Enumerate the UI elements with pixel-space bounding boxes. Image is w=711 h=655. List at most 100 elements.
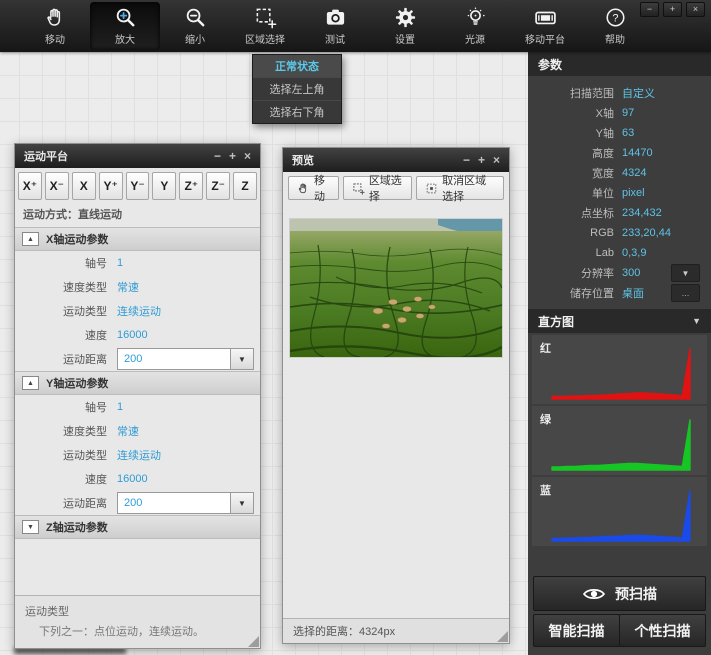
histogram-channel-red: 红: [532, 335, 707, 404]
param-label: 速度: [15, 327, 107, 343]
axis-button-y[interactable]: Y: [152, 172, 176, 200]
params-header: 参数: [528, 52, 711, 76]
param-row: 高度14470: [528, 143, 711, 163]
param-value: 14470: [622, 147, 653, 159]
axis-button-y[interactable]: Y⁺: [99, 172, 123, 200]
browse-ellipsis-button[interactable]: …: [671, 284, 700, 302]
collapse-toggle-icon[interactable]: ▲: [22, 376, 39, 390]
custom-scan-button[interactable]: 个性扫描: [619, 614, 706, 647]
close-button[interactable]: ×: [686, 2, 705, 17]
section-header-z-axis[interactable]: ▼ Z轴运动参数: [15, 515, 260, 539]
motion-param-row: 速度类型常速: [15, 419, 260, 443]
tool-zoom-out[interactable]: 缩小: [160, 2, 230, 50]
param-value: 0,3,9: [622, 247, 646, 259]
param-value: 自定义: [622, 85, 655, 101]
param-value: 200: [118, 493, 230, 513]
smart-scan-label: 智能扫描: [549, 621, 605, 641]
param-value: 200: [118, 349, 230, 369]
param-label: 运动距离: [15, 495, 107, 511]
maximize-button[interactable]: +: [478, 154, 485, 166]
preview-image[interactable]: [289, 218, 503, 358]
motion-panel-controls: −+ ×: [206, 150, 251, 162]
histogram-curve: [546, 412, 698, 474]
preview-panel-header[interactable]: 预览 −+×: [283, 148, 509, 172]
preview-toolbar: 移动区域选择取消区域选择: [283, 172, 509, 204]
resize-grip[interactable]: [497, 631, 508, 642]
param-label: 分辨率: [528, 265, 614, 281]
tool-label: 帮助: [605, 31, 625, 46]
chevron-down-icon[interactable]: ▼: [230, 349, 253, 369]
minimize-button[interactable]: −: [463, 154, 470, 166]
param-label: 轴号: [15, 255, 107, 271]
preview-status-bar: 选择的距离：4324px: [283, 618, 509, 643]
param-label: 点坐标: [528, 205, 614, 221]
cancel-region-select-button[interactable]: 取消区域选择: [416, 176, 504, 200]
close-button[interactable]: ×: [244, 150, 251, 162]
param-value: 连续运动: [117, 303, 161, 319]
tool-light-source[interactable]: 光源: [440, 2, 510, 50]
preview-empty-area: [283, 358, 509, 618]
axis-button-y[interactable]: Y⁻: [126, 172, 150, 200]
collapse-toggle-icon[interactable]: ▼: [22, 520, 39, 534]
move-button[interactable]: 移动: [288, 176, 339, 200]
axis-button-z[interactable]: Z⁺: [179, 172, 203, 200]
axis-button-x[interactable]: X⁻: [45, 172, 69, 200]
param-value: 16000: [117, 473, 148, 485]
param-row: 扫描范围自定义: [528, 83, 711, 103]
tool-zoom-in[interactable]: 放大: [90, 2, 160, 50]
histogram-header[interactable]: 直方图 ▼: [528, 309, 711, 333]
param-value: 16000: [117, 329, 148, 341]
prescan-button[interactable]: 预扫描: [533, 576, 706, 611]
right-sidebar: 参数 扫描范围自定义X轴97Y轴63高度14470宽度4324单位pixel点坐…: [528, 52, 711, 655]
param-value: 233,20,44: [622, 227, 671, 239]
app-window: 移动放大缩小区域选择测试设置光源移动平台?帮助 −+× 正常状态选择左上角选择右…: [0, 0, 711, 655]
param-dropdown[interactable]: 200▼: [117, 348, 254, 370]
axis-button-x[interactable]: X: [72, 172, 96, 200]
section-title: X轴运动参数: [46, 231, 108, 247]
dropdown-item[interactable]: 选择右下角: [253, 101, 341, 123]
resize-grip[interactable]: [248, 636, 259, 647]
region-select-dropdown: 正常状态选择左上角选择右下角: [252, 54, 342, 124]
smart-scan-button[interactable]: 智能扫描: [533, 614, 620, 647]
minimize-button[interactable]: −: [640, 2, 659, 17]
param-value: 桌面: [622, 285, 644, 301]
button-label: 移动: [314, 172, 330, 204]
axis-button-z[interactable]: Z: [233, 172, 257, 200]
param-row: RGB233,20,44: [528, 223, 711, 243]
tool-motion-platform[interactable]: 移动平台: [510, 2, 580, 50]
tool-test[interactable]: 测试: [300, 2, 370, 50]
param-value: 234,432: [622, 207, 662, 219]
section-title: Z轴运动参数: [46, 519, 108, 535]
tool-label: 区域选择: [245, 31, 285, 46]
motion-panel-title: 运动平台: [24, 148, 68, 164]
motion-platform-panel: 运动平台 −+ × X⁺X⁻XY⁺Y⁻YZ⁺Z⁻Z 运动方式：直线运动 ▲ X轴运动…: [14, 143, 261, 649]
param-row: 宽度4324: [528, 163, 711, 183]
collapse-toggle-icon[interactable]: ▲: [22, 232, 39, 246]
tool-move[interactable]: 移动: [20, 2, 90, 50]
dropdown-item[interactable]: 选择左上角: [253, 78, 341, 101]
axis-button-x[interactable]: X⁺: [18, 172, 42, 200]
params-title: 参数: [538, 56, 562, 73]
close-button[interactable]: ×: [493, 154, 500, 166]
motion-mode-line: 运动方式：直线运动: [15, 204, 260, 227]
histogram-curve: [546, 341, 698, 403]
motion-param-row: 轴号1: [15, 251, 260, 275]
region-select-button[interactable]: 区域选择: [343, 176, 412, 200]
tool-settings[interactable]: 设置: [370, 2, 440, 50]
tool-region-select[interactable]: 区域选择: [230, 2, 300, 50]
maximize-button[interactable]: +: [663, 2, 682, 17]
minimize-button[interactable]: −: [214, 150, 221, 162]
param-dropdown[interactable]: 200▼: [117, 492, 254, 514]
motion-panel-header[interactable]: 运动平台 −+ ×: [15, 144, 260, 168]
toolbar: 移动放大缩小区域选择测试设置光源移动平台? 帮助: [0, 0, 711, 52]
axis-button-z[interactable]: Z⁻: [206, 172, 230, 200]
dropdown-item[interactable]: 正常状态: [253, 55, 341, 78]
chevron-down-icon[interactable]: ▼: [671, 264, 700, 282]
maximize-button[interactable]: +: [229, 150, 236, 162]
help-icon: ?: [604, 6, 627, 29]
section-header-x-axis[interactable]: ▲ X轴运动参数: [15, 227, 260, 251]
section-header-y-axis[interactable]: ▲Y轴运动参数: [15, 371, 260, 395]
param-label: 扫描范围: [528, 85, 614, 101]
param-value: 连续运动: [117, 447, 161, 463]
chevron-down-icon[interactable]: ▼: [230, 493, 253, 513]
